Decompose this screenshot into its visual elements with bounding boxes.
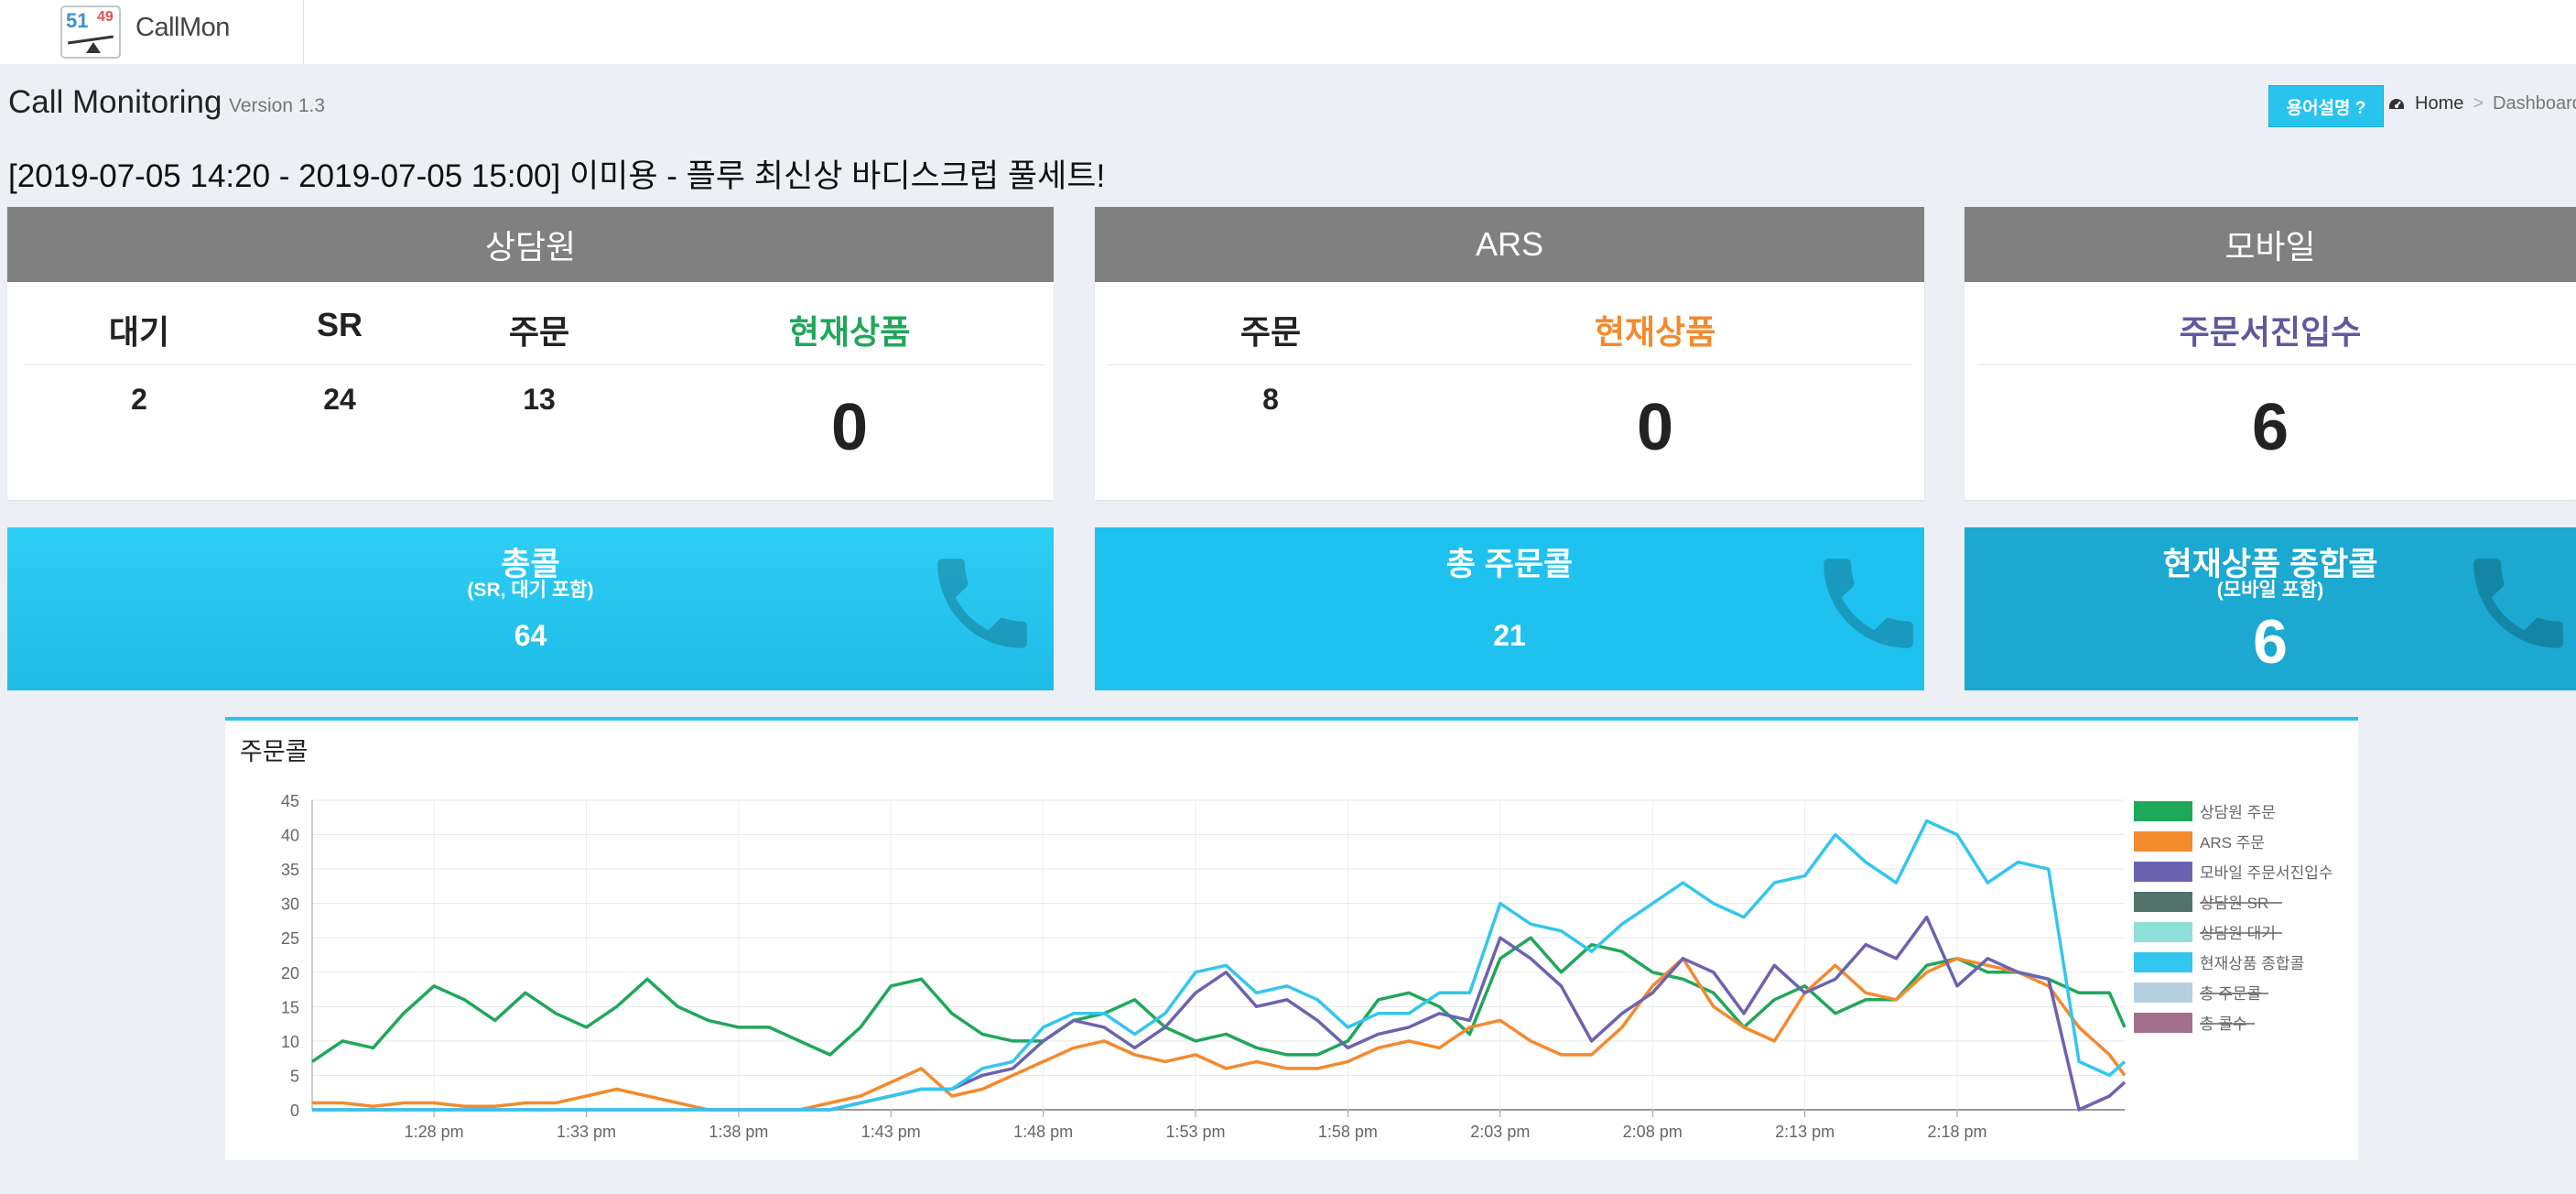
agent-waiting-value: 2 <box>131 383 147 416</box>
legend-swatch <box>2134 922 2192 942</box>
ars-order-label: 주문 <box>1239 313 1302 351</box>
legend-swatch <box>2134 982 2192 1003</box>
logo-scale-base <box>86 42 101 53</box>
breadcrumb-home[interactable]: Home <box>2415 93 2463 114</box>
breadcrumb: Home > Dashboard <box>2387 93 2576 114</box>
legend-label: 상담원 주문 <box>2200 804 2276 821</box>
ars-stats-box: ARS 주문 현재상품 8 0 <box>1095 207 1924 500</box>
mobile-stats-box: 모바일 주문서진입수 6 <box>1964 207 2576 500</box>
y-tick-label: 30 <box>281 896 299 914</box>
total-order-calls-value: 21 <box>1493 619 1526 652</box>
x-tick-label: 1:33 pm <box>557 1123 616 1141</box>
x-tick-label: 1:28 pm <box>405 1123 464 1141</box>
agent-sr-label: SR <box>316 306 363 343</box>
legend-label: ARS 주문 <box>2200 834 2265 852</box>
agent-current-product-value: 0 <box>830 391 869 464</box>
order-calls-chart-panel: 주문콜 0 5 10 15 20 25 30 35 40 45 1:28 pm 1:33 pm 1:38… <box>225 717 2358 1160</box>
top-navbar: 51 49 CallMon <box>0 0 2576 64</box>
x-tick-label: 1:53 pm <box>1166 1123 1226 1141</box>
total-calls-value: 64 <box>514 619 547 652</box>
x-tick-label: 2:03 pm <box>1470 1123 1530 1141</box>
breadcrumb-current: Dashboard <box>2493 93 2576 114</box>
total-order-calls-box: 총 주문콜 21 <box>1095 527 1924 690</box>
page-version: Version 1.3 <box>229 95 326 116</box>
app-logo[interactable]: 51 49 <box>60 5 121 59</box>
glossary-help-button[interactable]: 용어설명 ? <box>2268 85 2384 127</box>
x-tick-label: 2:13 pm <box>1775 1123 1835 1141</box>
legend-swatch <box>2134 952 2192 972</box>
legend-swatch <box>2134 1013 2192 1033</box>
series-line-1 <box>312 957 2127 1112</box>
y-tick-label: 25 <box>281 929 299 948</box>
brand[interactable]: 51 49 CallMon <box>0 0 304 64</box>
mobile-box-title: 모바일 <box>1964 207 2576 282</box>
legend-label: 현재상품 종합콜 <box>2200 955 2304 972</box>
ars-order-value: 8 <box>1262 383 1279 416</box>
y-tick-label: 45 <box>281 792 299 810</box>
dashboard-icon <box>2389 98 2404 109</box>
legend-swatch <box>2134 862 2192 882</box>
agent-stats-box: 상담원 대기 SR 주문 현재상품 2 24 13 0 <box>7 207 1054 500</box>
y-tick-label: 0 <box>290 1102 299 1120</box>
total-calls-subtitle: (SR, 대기 포함) <box>467 580 594 601</box>
current-product-total-box: 현재상품 종합콜 (모바일 포함) 6 <box>1964 527 2576 690</box>
app-name[interactable]: CallMon <box>135 13 230 43</box>
series-line-0 <box>311 936 2127 1063</box>
phone-icon <box>937 559 1027 648</box>
phone-icon <box>2473 559 2563 648</box>
legend-swatch <box>2134 801 2192 821</box>
y-tick-label: 10 <box>281 1033 299 1051</box>
page-title: Call Monitoring <box>8 84 222 120</box>
program-info: [2019-07-05 14:20 - 2019-07-05 15:00] 이미… <box>8 158 1106 194</box>
ars-current-product-label: 현재상품 <box>1594 313 1716 351</box>
x-tick-label: 1:58 pm <box>1318 1123 1378 1141</box>
agent-box-title: 상담원 <box>7 207 1054 282</box>
total-order-calls-title: 총 주문콜 <box>1445 547 1574 582</box>
agent-order-label: 주문 <box>508 313 570 351</box>
agent-waiting-label: 대기 <box>108 313 170 351</box>
divider <box>24 364 1044 365</box>
x-tick-label: 1:43 pm <box>861 1123 921 1141</box>
ars-current-product-value: 0 <box>1636 391 1674 464</box>
mobile-order-entry-label: 주문서진입수 <box>2179 313 2362 351</box>
logo-number-right: 49 <box>97 9 114 25</box>
order-calls-chart: 0 5 10 15 20 25 30 35 40 45 1:28 pm 1:33 pm 1:38 pm 1… <box>281 792 2333 1141</box>
breadcrumb-separator: > <box>2473 93 2484 114</box>
x-tick-label: 1:48 pm <box>1013 1123 1073 1141</box>
x-tick-label: 1:38 pm <box>709 1123 768 1141</box>
y-tick-label: 40 <box>281 827 299 845</box>
y-tick-label: 35 <box>281 861 299 879</box>
agent-current-product-label: 현재상품 <box>788 313 911 351</box>
divider <box>1108 364 1911 365</box>
agent-order-value: 13 <box>523 383 556 416</box>
x-tick-label: 2:08 pm <box>1623 1123 1683 1141</box>
ars-box-title: ARS <box>1095 207 1924 282</box>
logo-number-left: 51 <box>66 9 89 32</box>
total-calls-box: 총콜 (SR, 대기 포함) 64 <box>7 527 1054 690</box>
legend-swatch <box>2134 892 2192 912</box>
legend-label: 모바일 주문서진입수 <box>2200 864 2332 882</box>
legend-swatch <box>2134 831 2192 852</box>
agent-sr-value: 24 <box>323 383 356 416</box>
series-line-2 <box>312 915 2127 1112</box>
y-tick-label: 15 <box>281 998 299 1016</box>
mobile-order-entry-value: 6 <box>2251 391 2289 464</box>
phone-icon <box>1824 559 1913 648</box>
divider <box>1977 364 2576 365</box>
y-tick-label: 5 <box>290 1067 299 1085</box>
y-tick-label: 20 <box>281 964 299 982</box>
x-tick-label: 2:18 pm <box>1927 1123 1986 1141</box>
